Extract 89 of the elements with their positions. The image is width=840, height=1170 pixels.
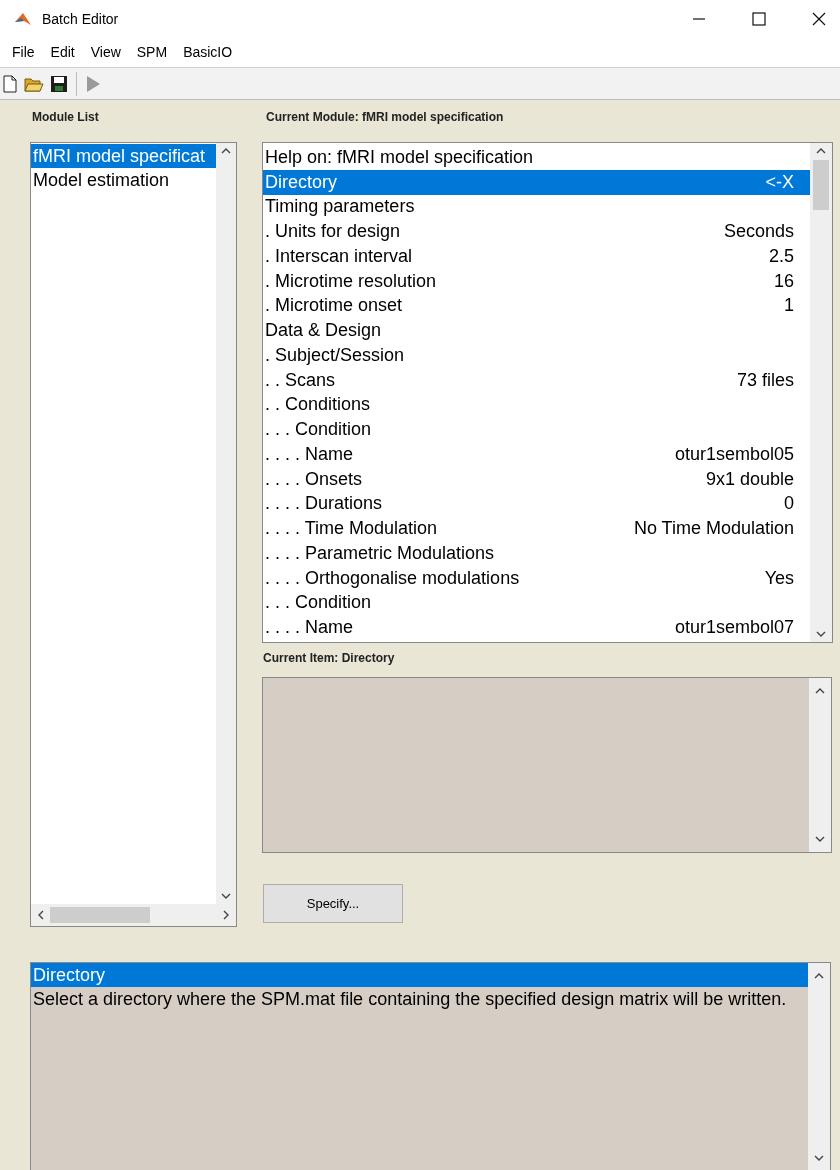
module-item-row[interactable]: . Subject/Session	[263, 343, 810, 368]
module-item-row[interactable]: Timing parameters	[263, 194, 810, 220]
module-item-row[interactable]: . Units for design Seconds	[263, 219, 810, 244]
module-item-row[interactable]: Help on: fMRI model specification	[263, 145, 810, 170]
specify-button[interactable]: Specify...	[263, 884, 403, 923]
scroll-right-icon[interactable]	[223, 910, 230, 920]
scroll-down-icon[interactable]	[815, 836, 825, 843]
item-value: 2.5	[768, 244, 794, 268]
item-label: . Interscan interval	[265, 244, 413, 268]
current-item-label: Current Item: Directory	[263, 650, 395, 667]
item-label: Directory	[265, 170, 337, 194]
item-value: 9x1 double	[705, 467, 794, 491]
help-text: Select a directory where the SPM.mat file containing the specified design matrix will be written.	[32, 988, 788, 1011]
item-label: . Microtime resolution	[265, 269, 437, 293]
module-item[interactable]: fMRI model specificat	[31, 144, 216, 168]
menu-item[interactable]: Edit	[44, 42, 81, 63]
item-label: . . . . Durations	[265, 492, 383, 516]
scroll-down-icon[interactable]	[816, 631, 826, 638]
menu-item[interactable]: SPM	[130, 42, 174, 63]
module-item-row[interactable]: . . . . Onsets 9x1 double	[263, 466, 810, 492]
item-label: . . Scans	[265, 368, 336, 392]
menu-item[interactable]: BasicIO	[177, 42, 239, 63]
item-label: . Subject/Session	[265, 343, 405, 367]
module-item-row[interactable]: . . . Condition	[263, 417, 810, 442]
item-label: . Units for design	[265, 220, 401, 244]
scroll-down-icon[interactable]	[221, 893, 231, 900]
current-module-list[interactable]	[262, 142, 833, 643]
item-value: Seconds	[723, 220, 794, 244]
module-item[interactable]: Model estimation	[31, 168, 216, 192]
module-item-row[interactable]: . . . . Parametric Modulations	[263, 541, 810, 566]
window-title: Batch Editor	[42, 9, 119, 29]
item-label: . . . . Parametric Modulations	[265, 541, 495, 565]
module-item-row[interactable]: . . . . Durations 0	[263, 491, 810, 517]
scroll-thumb[interactable]	[813, 160, 829, 210]
item-label: . . . Condition	[265, 591, 372, 615]
item-label: . . . . Name	[265, 616, 354, 640]
item-value: 16	[773, 269, 794, 293]
item-label: . Microtime onset	[265, 294, 403, 318]
item-label: . . . . Orthogonalise modulations	[265, 566, 520, 590]
module-item-row[interactable]: . . . . Name otur1sembol05	[263, 442, 810, 467]
item-label: . . . . Name	[265, 442, 354, 466]
module-item-row[interactable]: . . . Condition	[263, 590, 810, 616]
item-value: No Time Modulation	[633, 517, 794, 541]
scroll-up-icon[interactable]	[221, 147, 231, 154]
new-file-icon[interactable]	[2, 74, 18, 93]
item-value: 0	[784, 492, 794, 516]
menu-item[interactable]: View	[84, 42, 127, 63]
item-value: 73 files	[736, 368, 794, 392]
menu-item[interactable]: File	[6, 42, 41, 63]
module-item-row[interactable]: . . Conditions	[263, 392, 810, 418]
vertical-scrollbar[interactable]	[216, 143, 236, 904]
module-item-row[interactable]: . . . . Time Modulation No Time Modulation	[263, 516, 810, 541]
module-item-row[interactable]: Data & Design	[263, 318, 810, 343]
module-list[interactable]: fMRI model specificat Model estimation	[30, 142, 237, 927]
vertical-scrollbar[interactable]	[809, 678, 831, 852]
item-value: <-X	[765, 170, 794, 194]
current-module-label: Current Module: fMRI model specification	[266, 109, 504, 126]
item-value: otur1sembol07	[674, 616, 794, 640]
module-item-row[interactable]: . Microtime resolution 16	[263, 268, 810, 294]
item-label: Timing parameters	[265, 195, 415, 219]
module-item-row[interactable]: . . . . Name otur1sembol07	[263, 615, 810, 640]
item-label: . . Conditions	[265, 393, 371, 417]
maximize-icon[interactable]	[752, 12, 766, 26]
module-list-label: Module List	[32, 109, 99, 126]
scroll-left-icon[interactable]	[37, 910, 44, 920]
item-label: Help on: fMRI model specification	[265, 145, 534, 169]
item-label: . . . Condition	[265, 418, 372, 442]
module-item-row[interactable]: . Interscan interval 2.5	[263, 244, 810, 269]
item-value: 1	[784, 294, 794, 318]
item-label: Data & Design	[265, 319, 382, 343]
item-value: Yes	[764, 566, 794, 590]
scroll-up-icon[interactable]	[814, 972, 824, 979]
save-icon[interactable]	[50, 74, 68, 93]
help-heading: Directory	[31, 963, 808, 987]
scroll-up-icon[interactable]	[815, 687, 825, 694]
module-item-row[interactable]: Directory <-X	[263, 169, 810, 195]
item-label: . . . . Time Modulation	[265, 517, 438, 541]
item-value: otur1sembol05	[674, 442, 794, 466]
module-item-row[interactable]: . . . . Orthogonalise modulations Yes	[263, 565, 810, 591]
close-icon[interactable]	[812, 12, 826, 26]
scroll-up-icon[interactable]	[816, 147, 826, 154]
module-item-row[interactable]: . Microtime onset 1	[263, 293, 810, 319]
scroll-down-icon[interactable]	[814, 1155, 824, 1162]
horizontal-scrollbar[interactable]	[31, 904, 236, 926]
scroll-thumb[interactable]	[50, 907, 150, 923]
module-item-row[interactable]: . . Scans 73 files	[263, 367, 810, 393]
item-label: . . . . Onsets	[265, 467, 363, 491]
vertical-scrollbar[interactable]	[810, 143, 832, 642]
vertical-scrollbar[interactable]	[808, 963, 830, 1170]
